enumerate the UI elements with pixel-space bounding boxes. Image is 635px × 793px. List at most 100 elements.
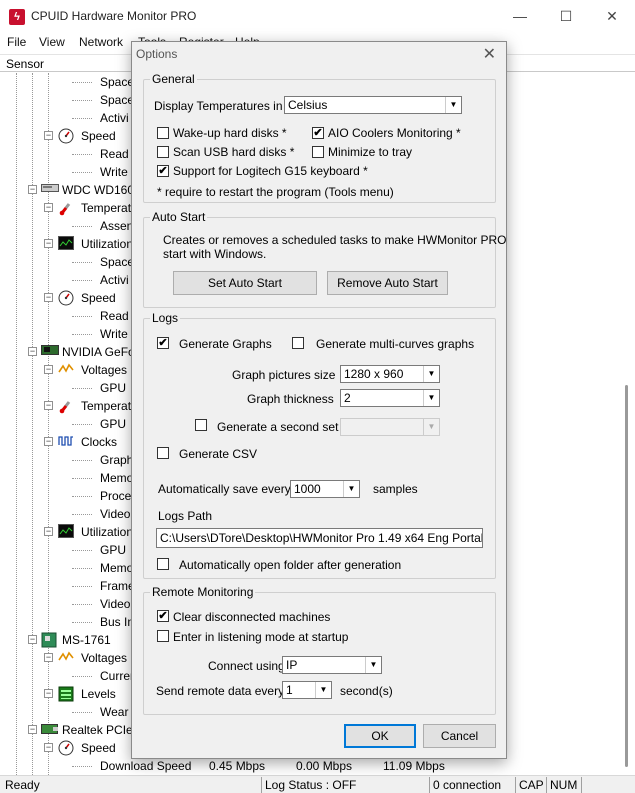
aio-checkbox[interactable]: ✔ — [312, 127, 324, 139]
minimize-tray-checkbox[interactable] — [312, 146, 324, 158]
tree-row-label[interactable]: Temperat — [81, 397, 131, 415]
cancel-button[interactable]: Cancel — [423, 724, 496, 748]
tree-row-label[interactable]: Voltages — [81, 649, 127, 667]
dialog-close-icon[interactable]: ✕ — [483, 44, 496, 64]
status-connection: 0 connection — [429, 777, 501, 793]
tree-row-label[interactable]: Video — [100, 595, 130, 613]
tree-expander[interactable]: − — [28, 725, 37, 734]
tree-row-label[interactable]: Write — [100, 325, 128, 343]
set-autostart-button[interactable]: Set Auto Start — [173, 271, 317, 295]
auto-open-checkbox[interactable] — [157, 558, 169, 570]
ok-button[interactable]: OK — [344, 724, 416, 748]
tree-row-label[interactable]: GPU — [100, 541, 126, 559]
tree-row-label[interactable]: NVIDIA GeFo — [62, 343, 135, 361]
tree-expander[interactable]: − — [28, 185, 37, 194]
connect-using-select[interactable]: IP ▼ — [282, 656, 382, 674]
tree-row-label[interactable]: Wear — [100, 703, 128, 721]
hard-disk-icon — [41, 182, 59, 196]
tree-row-label[interactable]: Write — [100, 163, 128, 181]
tree-row-label[interactable]: Space — [100, 91, 134, 109]
tree-row-label[interactable]: Clocks — [81, 433, 117, 451]
tree-row-label[interactable]: Speed — [81, 289, 116, 307]
thickness-select[interactable]: 2 ▼ — [340, 389, 440, 407]
close-button[interactable]: ✕ — [589, 4, 635, 28]
clock-icon — [58, 434, 74, 448]
tree-expander[interactable]: − — [44, 527, 53, 536]
logs-path-input[interactable]: C:\Users\DTore\Desktop\HWMonitor Pro 1.4… — [156, 528, 483, 548]
connect-using-label: Connect using — [208, 659, 285, 673]
tree-branch-line — [72, 316, 92, 317]
menu-network[interactable]: Network — [79, 35, 123, 49]
tree-row-label[interactable]: Bus In — [100, 613, 134, 631]
tree-row-label[interactable]: Space — [100, 73, 134, 91]
tree-expander[interactable]: − — [44, 365, 53, 374]
display-temp-select[interactable]: Celsius ▼ — [284, 96, 462, 114]
tree-row-label[interactable]: Graph — [100, 451, 133, 469]
remove-autostart-button[interactable]: Remove Auto Start — [327, 271, 448, 295]
wake-hdd-checkbox[interactable] — [157, 127, 169, 139]
second-set-select[interactable]: ▼ — [340, 418, 440, 436]
generate-csv-checkbox[interactable] — [157, 447, 169, 459]
tree-row-label[interactable]: Assen — [100, 217, 133, 235]
tree-guide-line — [32, 73, 33, 775]
tree-expander[interactable]: − — [44, 689, 53, 698]
thermometer-icon — [58, 200, 74, 216]
tree-branch-line — [72, 676, 92, 677]
chevron-down-icon: ▼ — [423, 419, 439, 435]
tree-row-label[interactable]: Temperat — [81, 199, 131, 217]
tree-expander[interactable]: − — [44, 437, 53, 446]
tree-row-label[interactable]: Realtek PCIe — [62, 721, 133, 739]
tree-row-label[interactable]: Activi — [100, 271, 129, 289]
tree-branch-line — [72, 118, 92, 119]
tree-expander[interactable]: − — [44, 239, 53, 248]
tree-branch-line — [72, 496, 92, 497]
tree-row-label[interactable]: GPU — [100, 379, 126, 397]
menu-view[interactable]: View — [39, 35, 65, 49]
tree-row-label[interactable]: Activi — [100, 109, 129, 127]
generate-graphs-checkbox[interactable]: ✔ — [157, 337, 169, 349]
tree-branch-line — [72, 622, 92, 623]
tree-row-label[interactable]: MS-1761 — [62, 631, 111, 649]
voltage-icon — [58, 362, 74, 376]
tree-row-label[interactable]: Levels — [81, 685, 116, 703]
status-cap: CAP — [515, 777, 544, 793]
tree-expander[interactable]: − — [44, 203, 53, 212]
tree-row-label[interactable]: Frame — [100, 577, 135, 595]
menu-file[interactable]: File — [7, 35, 26, 49]
tree-expander[interactable]: − — [28, 347, 37, 356]
scan-usb-checkbox[interactable] — [157, 146, 169, 158]
tree-expander[interactable]: − — [44, 743, 53, 752]
tree-row-label[interactable]: Download Speed — [100, 757, 191, 775]
maximize-button[interactable]: ☐ — [543, 4, 589, 28]
minimize-button[interactable]: — — [497, 4, 543, 28]
tree-row-label[interactable]: Speed — [81, 127, 116, 145]
tree-expander[interactable]: − — [44, 653, 53, 662]
tree-expander[interactable]: − — [44, 293, 53, 302]
tree-row-label[interactable]: WDC WD1600 — [62, 181, 141, 199]
tree-row-label[interactable]: GPU — [100, 415, 126, 433]
remote-group-label: Remote Monitoring — [150, 585, 256, 599]
listen-mode-checkbox[interactable] — [157, 630, 169, 642]
tree-row-label[interactable]: Space — [100, 253, 134, 271]
tree-row-label[interactable]: Voltages — [81, 361, 127, 379]
pic-size-select[interactable]: 1280 x 960 ▼ — [340, 365, 440, 383]
tree-row-label[interactable]: Utilization — [81, 235, 133, 253]
clear-disconnected-checkbox[interactable]: ✔ — [157, 610, 169, 622]
tree-row-label[interactable]: Video — [100, 505, 130, 523]
tree-expander[interactable]: − — [44, 131, 53, 140]
second-set-checkbox[interactable] — [195, 419, 207, 431]
tree-expander[interactable]: − — [44, 401, 53, 410]
tree-row-label[interactable]: Memo — [100, 469, 133, 487]
autosave-select[interactable]: 1000 ▼ — [290, 480, 360, 498]
generate-multi-checkbox[interactable] — [292, 337, 304, 349]
logitech-checkbox[interactable]: ✔ — [157, 165, 169, 177]
tree-row-label[interactable]: Memo — [100, 559, 133, 577]
scrollbar-thumb[interactable] — [625, 385, 628, 767]
tree-row-label[interactable]: Proce — [100, 487, 131, 505]
tree-row-label[interactable]: Speed — [81, 739, 116, 757]
tree-row-label[interactable]: Utilization — [81, 523, 133, 541]
logs-path-label: Logs Path — [158, 509, 213, 523]
tree-expander[interactable]: − — [28, 635, 37, 644]
logs-group-label: Logs — [150, 311, 181, 325]
send-every-select[interactable]: 1 ▼ — [282, 681, 332, 699]
